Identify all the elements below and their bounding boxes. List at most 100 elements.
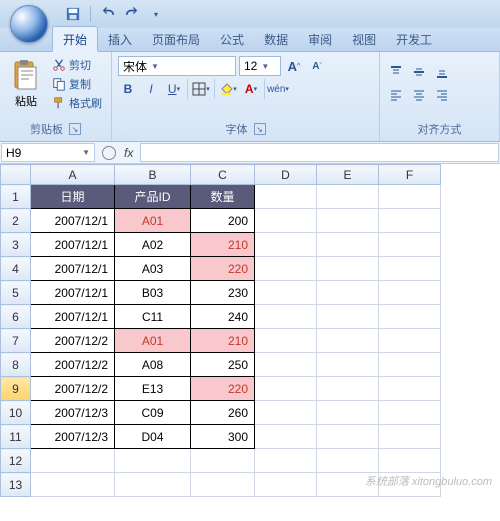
grow-font-button[interactable]: A^ xyxy=(284,56,304,76)
office-orb[interactable] xyxy=(10,5,48,43)
cell-date[interactable]: 2007/12/3 xyxy=(31,425,115,449)
tab-layout[interactable]: 页面布局 xyxy=(142,27,210,51)
cell-qty[interactable]: 220 xyxy=(191,377,255,401)
cell-qty[interactable]: 300 xyxy=(191,425,255,449)
cell-pid[interactable]: A01 xyxy=(115,209,191,233)
col-header-E[interactable]: E xyxy=(317,165,379,185)
row-header[interactable]: 2 xyxy=(1,209,31,233)
tab-developer[interactable]: 开发工 xyxy=(386,27,442,51)
align-top-button[interactable] xyxy=(386,62,406,82)
align-left-button[interactable] xyxy=(386,85,406,105)
cell[interactable] xyxy=(317,185,379,209)
cell-date[interactable]: 2007/12/3 xyxy=(31,401,115,425)
font-size-combo[interactable]: 12▼ xyxy=(239,56,281,76)
cell[interactable] xyxy=(317,329,379,353)
cancel-icon[interactable] xyxy=(102,146,116,160)
cell[interactable] xyxy=(255,257,317,281)
cell[interactable] xyxy=(317,449,379,473)
header-qty[interactable]: 数量 xyxy=(191,185,255,209)
cell[interactable] xyxy=(317,209,379,233)
save-icon[interactable] xyxy=(64,5,82,23)
paste-button[interactable]: 粘贴 xyxy=(6,56,46,112)
cell[interactable] xyxy=(317,353,379,377)
cell[interactable] xyxy=(379,329,441,353)
row-header[interactable]: 9 xyxy=(1,377,31,401)
bold-button[interactable]: B xyxy=(118,79,138,99)
cell[interactable] xyxy=(191,449,255,473)
cell-qty[interactable]: 220 xyxy=(191,257,255,281)
cell[interactable] xyxy=(379,209,441,233)
cell[interactable] xyxy=(115,473,191,497)
row-header[interactable]: 4 xyxy=(1,257,31,281)
cell[interactable] xyxy=(379,185,441,209)
cell[interactable] xyxy=(31,449,115,473)
cell[interactable] xyxy=(317,257,379,281)
row-header[interactable]: 13 xyxy=(1,473,31,497)
cell[interactable] xyxy=(255,329,317,353)
cell-pid[interactable]: A03 xyxy=(115,257,191,281)
align-center-button[interactable] xyxy=(409,85,429,105)
format-painter-button[interactable]: 格式刷 xyxy=(50,94,104,112)
cell[interactable] xyxy=(255,209,317,233)
tab-data[interactable]: 数据 xyxy=(254,27,298,51)
cell-pid[interactable]: A02 xyxy=(115,233,191,257)
redo-icon[interactable] xyxy=(123,5,141,23)
cell-qty[interactable]: 210 xyxy=(191,329,255,353)
cell[interactable] xyxy=(115,449,191,473)
font-name-combo[interactable]: 宋体▼ xyxy=(118,56,236,76)
row-header[interactable]: 12 xyxy=(1,449,31,473)
copy-button[interactable]: 复制 xyxy=(50,75,104,93)
font-color-button[interactable]: A▾ xyxy=(241,79,261,99)
cell[interactable] xyxy=(379,353,441,377)
cell-date[interactable]: 2007/12/1 xyxy=(31,305,115,329)
cell[interactable] xyxy=(379,449,441,473)
fill-color-button[interactable]: ▾ xyxy=(218,79,238,99)
cell[interactable] xyxy=(317,425,379,449)
row-header[interactable]: 6 xyxy=(1,305,31,329)
cell-date[interactable]: 2007/12/1 xyxy=(31,281,115,305)
row-header[interactable]: 7 xyxy=(1,329,31,353)
cell-date[interactable]: 2007/12/1 xyxy=(31,209,115,233)
row-header[interactable]: 5 xyxy=(1,281,31,305)
cell[interactable] xyxy=(379,401,441,425)
row-header[interactable]: 8 xyxy=(1,353,31,377)
tab-view[interactable]: 视图 xyxy=(342,27,386,51)
fx-button[interactable]: fx xyxy=(124,146,133,160)
cell[interactable] xyxy=(255,233,317,257)
select-all-corner[interactable] xyxy=(1,165,31,185)
col-header-B[interactable]: B xyxy=(115,165,191,185)
col-header-A[interactable]: A xyxy=(31,165,115,185)
cell[interactable] xyxy=(255,353,317,377)
cell[interactable] xyxy=(379,233,441,257)
cell-date[interactable]: 2007/12/1 xyxy=(31,257,115,281)
cell[interactable] xyxy=(379,377,441,401)
italic-button[interactable]: I xyxy=(141,79,161,99)
undo-icon[interactable] xyxy=(99,5,117,23)
col-header-C[interactable]: C xyxy=(191,165,255,185)
row-header[interactable]: 11 xyxy=(1,425,31,449)
cell[interactable] xyxy=(255,425,317,449)
cell[interactable] xyxy=(379,425,441,449)
cell-qty[interactable]: 230 xyxy=(191,281,255,305)
cell[interactable] xyxy=(317,401,379,425)
cell[interactable] xyxy=(317,377,379,401)
qat-customize-icon[interactable]: ▾ xyxy=(147,5,165,23)
underline-button[interactable]: U▾ xyxy=(164,79,184,99)
cell[interactable] xyxy=(255,185,317,209)
cell[interactable] xyxy=(191,473,255,497)
cut-button[interactable]: 剪切 xyxy=(50,56,104,74)
header-pid[interactable]: 产品ID xyxy=(115,185,191,209)
cell-date[interactable]: 2007/12/1 xyxy=(31,233,115,257)
cell-date[interactable]: 2007/12/2 xyxy=(31,377,115,401)
cell[interactable] xyxy=(255,377,317,401)
align-middle-button[interactable] xyxy=(409,62,429,82)
cell[interactable] xyxy=(317,233,379,257)
cell-qty[interactable]: 240 xyxy=(191,305,255,329)
align-bottom-button[interactable] xyxy=(432,62,452,82)
row-header[interactable]: 10 xyxy=(1,401,31,425)
cell[interactable] xyxy=(255,305,317,329)
cell[interactable] xyxy=(379,281,441,305)
formula-input[interactable] xyxy=(140,143,499,162)
header-date[interactable]: 日期 xyxy=(31,185,115,209)
tab-review[interactable]: 审阅 xyxy=(298,27,342,51)
